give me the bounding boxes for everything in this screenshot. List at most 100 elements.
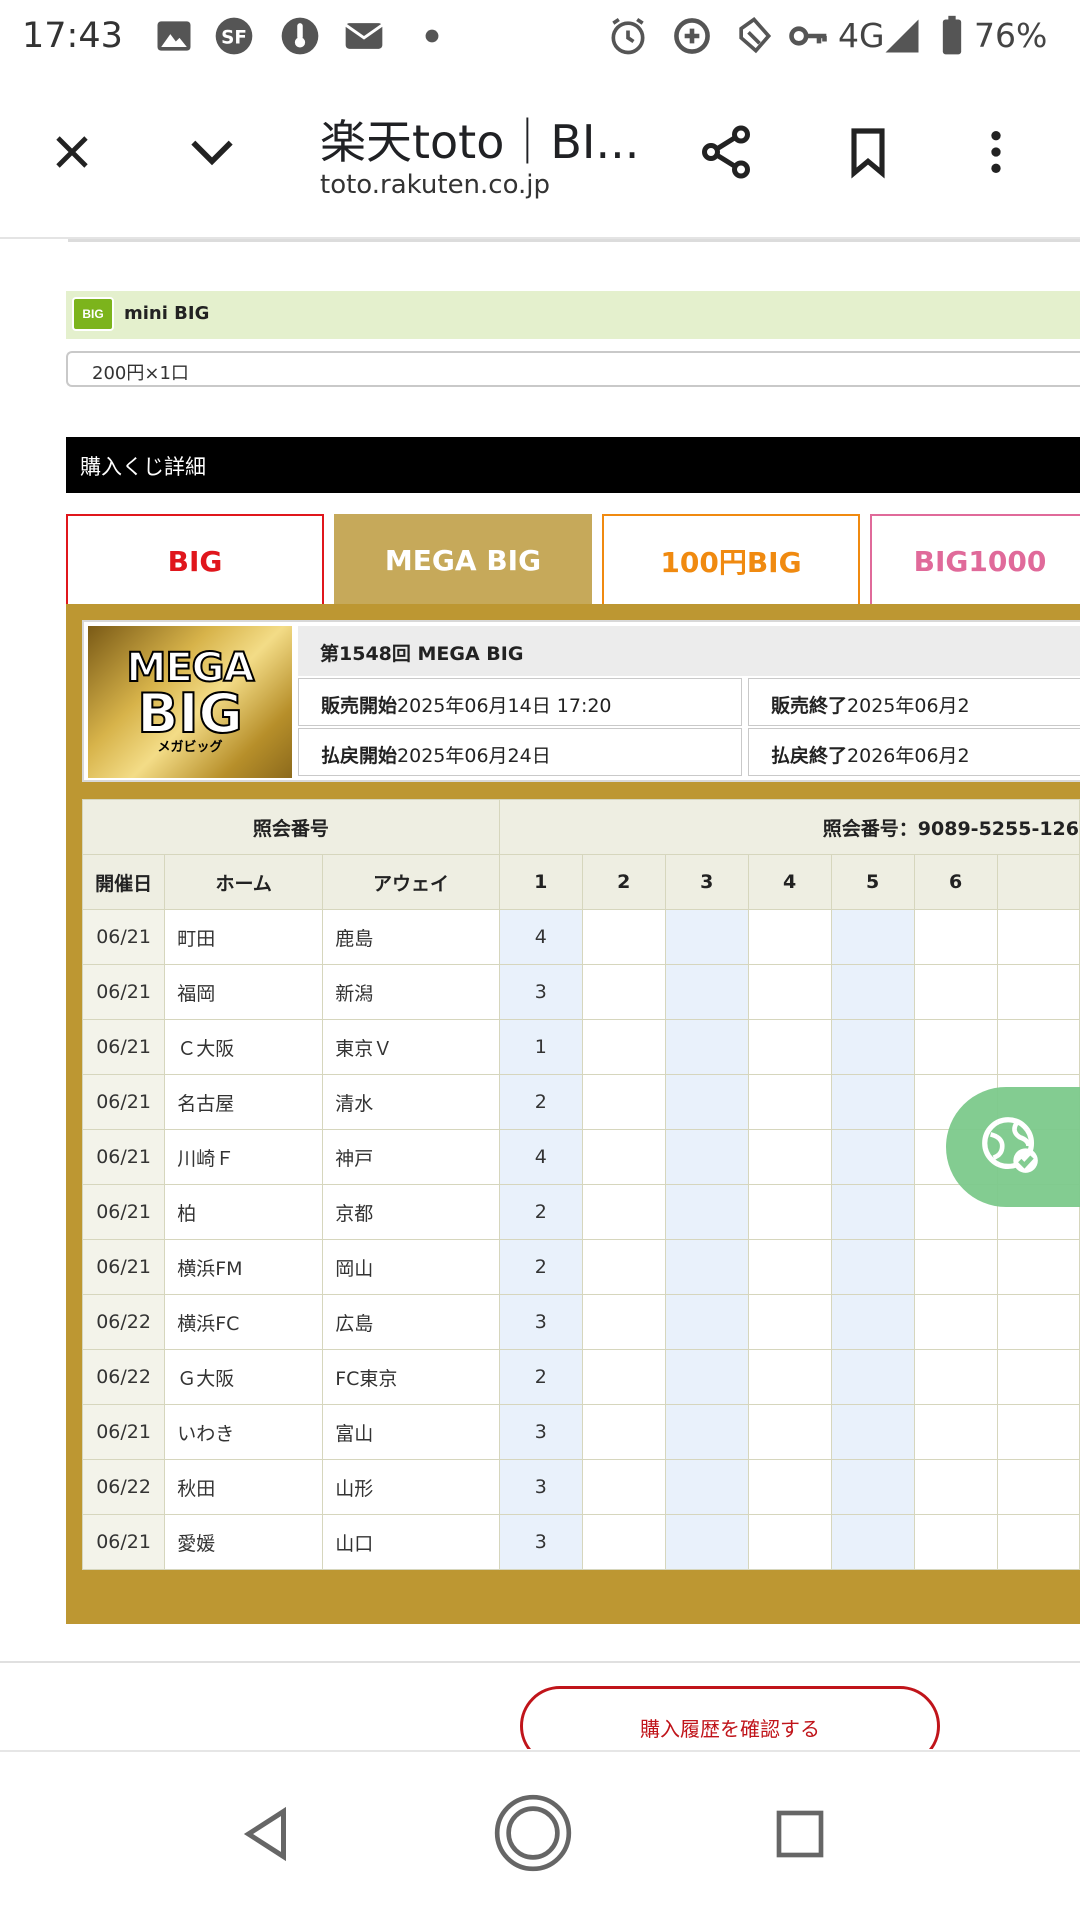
tab-100yen-big[interactable]: 100円BIG [602, 514, 860, 606]
more-options-button[interactable] [956, 112, 1036, 192]
away-team: 神戸 [322, 1129, 500, 1185]
divider [68, 239, 1080, 242]
empty-cell [830, 1514, 915, 1570]
empty-cell [996, 1239, 1080, 1295]
empty-cell [581, 1514, 666, 1570]
empty-cell [996, 1349, 1080, 1405]
home-icon[interactable] [490, 1790, 576, 1876]
chevron-down-icon [191, 140, 233, 166]
translate-button[interactable] [946, 1087, 1080, 1207]
empty-cell [996, 1514, 1080, 1570]
sale-end: 販売終了2025年06月2 [748, 678, 1080, 726]
table-row: 06/21 町田 鹿島 4 [81, 909, 1080, 965]
tab-mega-big[interactable]: MEGA BIG [334, 514, 592, 606]
sf-app-icon: SF [215, 17, 253, 55]
empty-cell [747, 964, 832, 1020]
empty-cell [581, 1184, 666, 1240]
pick-cell: 2 [498, 1349, 583, 1405]
col-num-4: 4 [747, 854, 832, 910]
empty-cell [664, 1019, 749, 1075]
svg-text:SF: SF [221, 27, 247, 48]
empty-cell [747, 1129, 832, 1185]
col-num-5: 5 [830, 854, 915, 910]
empty-cell [830, 1349, 915, 1405]
match-date: 06/21 [81, 1239, 166, 1295]
recents-icon[interactable] [772, 1806, 828, 1862]
pick-cell: 4 [498, 909, 583, 965]
home-team: Ｇ大阪 [164, 1349, 324, 1405]
home-team: 町田 [164, 909, 324, 965]
empty-cell [913, 1404, 998, 1460]
empty-cell [996, 964, 1080, 1020]
payout-start: 払戻開始2025年06月24日 [298, 728, 742, 776]
tab-big1000[interactable]: BIG1000 [870, 514, 1080, 606]
home-team: 柏 [164, 1184, 324, 1240]
image-icon [157, 21, 191, 51]
close-tab-button[interactable] [32, 112, 112, 192]
empty-cell [581, 1349, 666, 1405]
empty-cell [747, 1074, 832, 1130]
table-row: 06/22 横浜FC 広島 3 [81, 1294, 1080, 1350]
empty-cell [747, 1019, 832, 1075]
empty-cell [830, 964, 915, 1020]
empty-cell [581, 964, 666, 1020]
close-icon [56, 136, 88, 168]
dot-icon [425, 29, 439, 43]
empty-cell [996, 1459, 1080, 1515]
system-nav-bar [0, 1750, 1080, 1920]
home-team: 愛媛 [164, 1514, 324, 1570]
match-date: 06/21 [81, 1514, 166, 1570]
empty-cell [664, 964, 749, 1020]
home-team: 川崎Ｆ [164, 1129, 324, 1185]
empty-cell [913, 909, 998, 965]
away-team: 富山 [322, 1404, 500, 1460]
match-date: 06/21 [81, 1074, 166, 1130]
page-title: 楽天toto｜BI... [320, 115, 640, 169]
minimize-button[interactable] [172, 112, 252, 192]
empty-cell [664, 1404, 749, 1460]
empty-cell [830, 1294, 915, 1350]
empty-cell [747, 1349, 832, 1405]
tab-big[interactable]: BIG [66, 514, 324, 606]
away-team: 鹿島 [322, 909, 500, 965]
home-team: 福岡 [164, 964, 324, 1020]
empty-cell [830, 909, 915, 965]
pick-cell: 3 [498, 1514, 583, 1570]
status-bar: 17:43 SF 4G 76% [0, 0, 1080, 76]
empty-cell [581, 909, 666, 965]
empty-cell [581, 1239, 666, 1295]
empty-cell [747, 1184, 832, 1240]
share-button[interactable] [686, 112, 766, 192]
home-team: 秋田 [164, 1459, 324, 1515]
empty-cell [830, 1239, 915, 1295]
back-icon[interactable] [236, 1802, 296, 1866]
empty-cell [664, 1349, 749, 1405]
empty-cell [830, 1184, 915, 1240]
share-icon [702, 125, 750, 179]
empty-cell [913, 1239, 998, 1295]
purchase-history-button[interactable]: 購入履歴を確認する [520, 1686, 940, 1749]
network-type: 4G [838, 16, 885, 55]
empty-cell [913, 1514, 998, 1570]
section-header-text: 購入くじ詳細 [80, 455, 206, 479]
away-team: 山形 [322, 1459, 500, 1515]
empty-cell [664, 1514, 749, 1570]
section-header: 購入くじ詳細 [66, 437, 1080, 493]
more-vert-icon [991, 131, 1001, 173]
empty-cell [996, 1404, 1080, 1460]
ref-header-right: 照会番号：9089-5255-126 [498, 799, 1080, 855]
empty-cell [747, 1514, 832, 1570]
empty-cell [996, 1019, 1080, 1075]
pick-cell: 2 [498, 1074, 583, 1130]
empty-cell [581, 1074, 666, 1130]
status-time: 17:43 [22, 16, 123, 56]
pick-cell: 2 [498, 1184, 583, 1240]
empty-cell [581, 1294, 666, 1350]
divider [0, 1661, 1080, 1663]
empty-cell [747, 909, 832, 965]
table-row: 06/21 いわき 富山 3 [81, 1404, 1080, 1460]
bookmark-button[interactable] [828, 112, 908, 192]
empty-cell [830, 1404, 915, 1460]
col-num-1: 1 [498, 854, 583, 910]
empty-cell [581, 1129, 666, 1185]
